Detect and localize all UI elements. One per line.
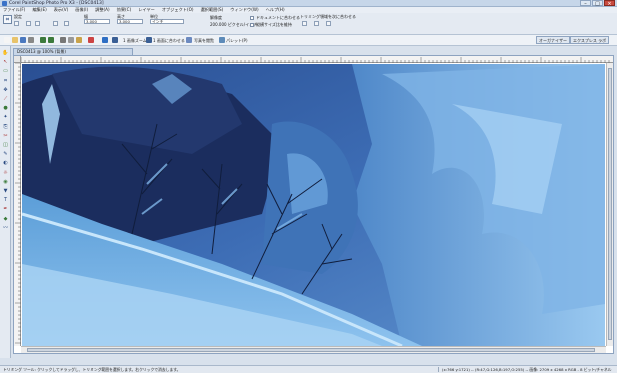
straighten-tool-icon[interactable]: ⟋	[2, 96, 9, 103]
cut-icon[interactable]	[60, 37, 66, 43]
fit-document-checkbox[interactable]	[250, 16, 254, 20]
crop-tool-icon[interactable]: ⌗	[2, 78, 9, 85]
copy-icon[interactable]	[68, 37, 74, 43]
width-input[interactable]: 3.000	[84, 19, 110, 24]
new-file-icon[interactable]	[4, 37, 10, 43]
smudge-tool-icon[interactable]: ☼	[2, 170, 9, 177]
height-input[interactable]: 3.000	[117, 19, 143, 24]
palette-icon[interactable]	[219, 37, 225, 43]
horizontal-scrollbar[interactable]	[21, 346, 606, 353]
pan-tool-icon[interactable]: ✋	[2, 50, 9, 57]
palette-menu[interactable]: パレット(P)	[225, 37, 249, 44]
window-controls: – □ ×	[579, 0, 615, 7]
zoom-icon[interactable]	[112, 37, 118, 43]
preset-label: 設定	[14, 14, 22, 19]
crop-tool-icon[interactable]: ⌗	[3, 15, 12, 24]
window-title: Corel PaintShop Photo Pro X3 - [DSC0413]	[9, 0, 104, 6]
app-logo-icon	[2, 0, 7, 6]
minimize-button[interactable]: –	[580, 0, 591, 7]
keep-aspect-label: 縦横サイズ比を維持	[256, 22, 292, 27]
red-eye-tool-icon[interactable]: ●	[2, 105, 9, 112]
print-icon[interactable]	[28, 37, 34, 43]
browse-label[interactable]: 写真を閲覧	[193, 37, 215, 44]
standard-toolbar: 1 画像ズーム 1 画面に合わせる 写真を閲覧 パレット(P) オーガナイザー …	[0, 35, 617, 46]
preset-dropdown[interactable]	[14, 21, 19, 26]
browse-icon[interactable]	[186, 37, 192, 43]
resolution-label: 解像度	[210, 15, 222, 20]
color-changer-icon[interactable]: ◉	[2, 179, 9, 186]
paste-icon[interactable]	[76, 37, 82, 43]
delete-icon[interactable]	[88, 37, 94, 43]
maximize-button[interactable]: □	[592, 0, 603, 7]
scratch-remover-icon[interactable]: ✂	[2, 133, 9, 140]
organizer-tab[interactable]: オーガナイザー	[536, 36, 570, 44]
preset-shape-icon[interactable]: ◆	[2, 216, 9, 223]
text-tool-icon[interactable]: T	[2, 197, 9, 204]
vertical-scroll-thumb[interactable]	[608, 68, 612, 340]
swap-icon[interactable]	[53, 21, 58, 26]
clear-icon[interactable]	[64, 21, 69, 26]
document-tab[interactable]: DSC0413 @ 100% (背景)	[13, 48, 133, 55]
unit-select[interactable]: インチ	[150, 19, 184, 24]
zoom-label[interactable]: 1 画像ズーム	[122, 37, 148, 44]
status-help-text: トリミング ツール: クリックしてドラッグし、トリミング範囲を選択します。右クリ…	[3, 367, 181, 372]
clone-tool-icon[interactable]: ⎘	[2, 124, 9, 131]
snowy-forest-photo[interactable]	[22, 64, 605, 346]
pen-tool-icon[interactable]: ✒	[2, 206, 9, 213]
snap-image-icon[interactable]	[302, 21, 307, 26]
ruler-corner	[14, 56, 21, 63]
status-bar: トリミング ツール: クリックしてドラッグし、トリミング範囲を選択します。右クリ…	[0, 365, 617, 373]
fit-document-label: ドキュメントに合わせる	[256, 15, 300, 20]
warp-brush-icon[interactable]: 〰	[2, 225, 9, 232]
status-coords: (x:766 y:1721) -- (R:47,G:126,B:197,O:25…	[442, 367, 612, 372]
pick-tool-icon[interactable]: ↖	[2, 59, 9, 66]
eraser-tool-icon[interactable]: ◫	[2, 142, 9, 149]
express-lab-tab[interactable]: エクスプレス ラボ	[570, 36, 610, 44]
makeover-tool-icon[interactable]: ✦	[2, 114, 9, 121]
rotate-icon[interactable]	[35, 21, 40, 26]
open-icon[interactable]	[12, 37, 18, 43]
snap-label: トリミング領域を次に合わせる	[300, 14, 356, 19]
tool-options-palette: ⌗ 設定 幅 3.000 高さ 3.000 単位 インチ 解像度 200.000…	[0, 13, 617, 35]
title-bar: Corel PaintShop Photo Pro X3 - [DSC0413]…	[0, 0, 617, 7]
horizontal-ruler	[20, 56, 613, 63]
save-icon[interactable]	[20, 37, 26, 43]
undo-icon[interactable]	[40, 37, 46, 43]
keep-aspect-checkbox[interactable]	[250, 23, 254, 27]
close-button[interactable]: ×	[604, 0, 615, 7]
fit-icon[interactable]	[146, 37, 152, 43]
status-separator	[438, 367, 439, 372]
help-icon[interactable]	[102, 37, 108, 43]
selection-tool-icon[interactable]: ▭	[2, 68, 9, 75]
flood-fill-icon[interactable]: ▼	[2, 188, 9, 195]
apply-icon[interactable]	[26, 21, 31, 26]
snap-selection-icon[interactable]	[326, 21, 331, 26]
snap-layer-icon[interactable]	[314, 21, 319, 26]
dodge-tool-icon[interactable]: ◐	[2, 160, 9, 167]
redo-icon[interactable]	[48, 37, 54, 43]
horizontal-scroll-thumb[interactable]	[27, 348, 595, 352]
vertical-ruler	[14, 62, 21, 346]
paint-brush-icon[interactable]: ✎	[2, 151, 9, 158]
vertical-scrollbar[interactable]	[606, 63, 613, 346]
tools-toolbar: ✋ ↖ ▭ ⌗ ✥ ⟋ ● ✦ ⎘ ✂ ◫ ✎ ◐ ☼ ◉ ▼ T ✒ ◆ 〰	[0, 46, 11, 358]
fit-label[interactable]: 1 画面に合わせる	[152, 37, 186, 44]
document-window	[13, 55, 614, 354]
move-tool-icon[interactable]: ✥	[2, 87, 9, 94]
